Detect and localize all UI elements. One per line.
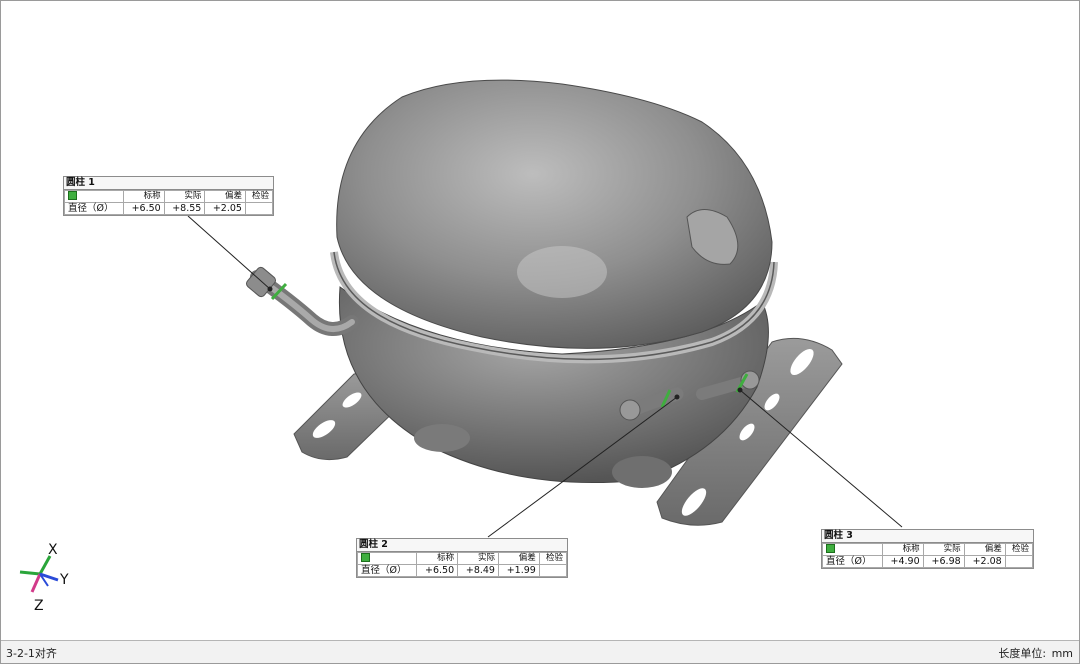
value-actual: +8.55 [163,202,206,215]
header-deviation: 偏差 [204,190,246,203]
unit-value: mm [1051,647,1073,660]
row-label-diameter: 直径（Ø） [356,564,418,577]
axis-z-label: Z [34,598,44,614]
status-bar: 3-2-1对齐 长度单位: mm [1,640,1079,663]
leader-line-1 [187,215,271,290]
header-nominal: 标称 [416,552,459,565]
value-check [1004,555,1034,568]
value-nominal: +6.50 [416,564,459,577]
header-actual: 实际 [163,190,206,203]
callout-table: 标称 实际 偏差 检验 直径（Ø） +6.50 +8.55 +2.05 [63,190,274,215]
callout-title: 圆柱 1 [64,177,273,190]
header-check: 检验 [538,552,568,565]
check-square-icon [68,191,77,200]
callout-title: 圆柱 2 [357,539,567,552]
cylinder-3-callout[interactable]: 圆柱 3 标称 实际 偏差 检验 直径（Ø） +4.90 +6.98 +2.08 [821,529,1034,569]
axis-x-label: X [48,542,58,558]
length-unit-status: 长度单位: mm [998,645,1073,661]
pipe-1 [245,266,359,336]
cylinder-1-callout[interactable]: 圆柱 1 标称 实际 偏差 检验 直径（Ø） +6.50 +8.55 +2.05 [63,176,274,216]
callout-table: 标称 实际 偏差 检验 直径（Ø） +4.90 +6.98 +2.08 [822,543,1034,568]
axis-y-label: Y [60,572,69,588]
value-actual: +8.49 [457,564,499,577]
value-deviation: +2.05 [204,202,246,215]
value-check [244,202,274,215]
header-check: 检验 [244,190,274,203]
value-deviation: +1.99 [497,564,540,577]
callout-title: 圆柱 3 [822,530,1033,543]
value-check [538,564,568,577]
check-square-icon [361,553,370,562]
header-check: 检验 [1004,543,1034,556]
value-deviation: +2.08 [963,555,1006,568]
callout-table: 标称 实际 偏差 检验 直径（Ø） +6.50 +8.49 +1.99 [356,552,568,577]
header-deviation: 偏差 [497,552,540,565]
header-nominal: 标称 [123,190,165,203]
3d-viewport[interactable]: 圆柱 1 标称 实际 偏差 检验 直径（Ø） +6.50 +8.55 +2.05 [2,2,1078,639]
header-actual: 实际 [457,552,499,565]
value-nominal: +6.50 [123,202,165,215]
alignment-status: 3-2-1对齐 [6,647,57,660]
header-actual: 实际 [922,543,965,556]
axis-triad: X Y Z [12,542,82,614]
row-label-diameter: 直径（Ø） [63,202,125,215]
value-actual: +6.98 [922,555,965,568]
value-nominal: +4.90 [881,555,924,568]
inspection-window: 圆柱 1 标称 实际 偏差 检验 直径（Ø） +6.50 +8.55 +2.05 [0,0,1080,664]
header-nominal: 标称 [881,543,924,556]
cylinder-2-callout[interactable]: 圆柱 2 标称 实际 偏差 检验 直径（Ø） +6.50 +8.49 +1.99 [356,538,568,578]
row-label-diameter: 直径（Ø） [822,555,883,568]
header-deviation: 偏差 [963,543,1006,556]
unit-label: 长度单位: [998,647,1047,660]
check-square-icon [826,544,835,553]
